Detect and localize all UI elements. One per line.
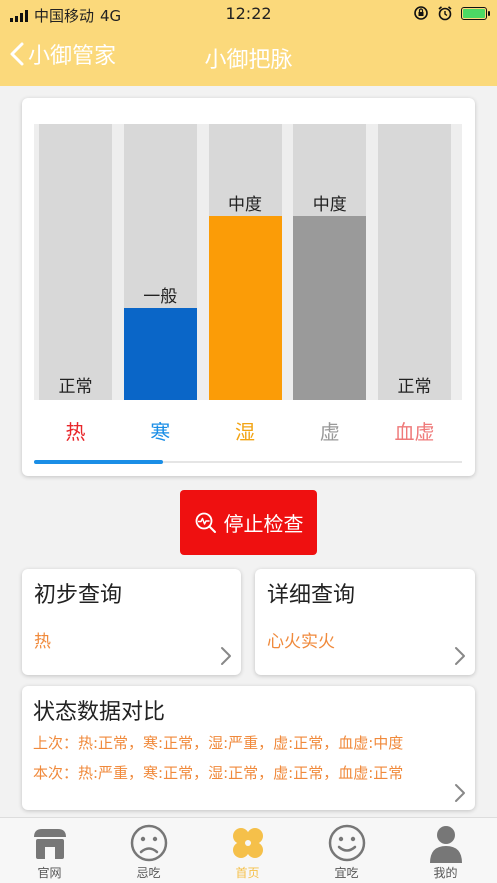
header: 中国移动 4G 12:22 小御管家 小御把脉 — [0, 0, 497, 86]
bar-value-label: 中度 — [228, 195, 262, 215]
tab-label: 官网 — [37, 866, 62, 880]
status-right — [413, 5, 490, 21]
bar-column: 一般 — [123, 124, 197, 400]
pulse-search-icon — [195, 512, 216, 533]
home-clover-icon — [233, 828, 263, 858]
chevron-right-icon — [221, 647, 231, 665]
category-tab[interactable]: 血虚 — [372, 416, 457, 445]
bar-value-label: 一般 — [143, 287, 178, 307]
initial-query-title: 初步查询 — [34, 583, 123, 608]
tab-label: 宜吃 — [334, 866, 359, 880]
bar — [293, 216, 367, 400]
category-tab[interactable]: 寒 — [118, 416, 203, 445]
comparison-title: 状态数据对比 — [33, 700, 166, 725]
tab-mine[interactable]: 我的 — [396, 818, 495, 883]
category-tab[interactable]: 湿 — [203, 416, 288, 445]
tab-avoid-food[interactable]: 忌吃 — [99, 818, 198, 883]
bar-value-label: 中度 — [312, 195, 347, 215]
category-tab[interactable]: 虚 — [287, 416, 372, 445]
tab-official-site[interactable]: 官网 — [0, 818, 99, 883]
last-status-line: 上次：热:正常，寒:正常，湿:严重，虚:正常，血虚:中度 — [33, 734, 404, 752]
bar — [208, 216, 282, 400]
initial-query-card[interactable]: 初步查询 热 — [22, 569, 241, 675]
stop-check-button[interactable]: 停止检查 — [180, 490, 317, 555]
bottom-tab-bar: 官网 忌吃 首页 宜吃 我的 — [0, 817, 497, 883]
status-comparison-card[interactable]: 状态数据对比 上次：热:正常，寒:正常，湿:严重，虚:正常，血虚:中度 本次：热… — [22, 686, 475, 810]
bar-column: 中度 — [208, 124, 282, 400]
bar-chart: 正常 一般 中度 中度正常 — [34, 124, 462, 400]
page-title: 小御把脉 — [204, 48, 293, 73]
bar-value-label: 正常 — [58, 377, 93, 397]
tab-label: 首页 — [235, 866, 260, 880]
user-icon — [430, 826, 462, 863]
chevron-right-icon — [455, 647, 465, 665]
happy-face-icon — [328, 824, 366, 862]
nav-bar: 小御管家 小御把脉 — [0, 28, 497, 84]
tab-label: 忌吃 — [136, 866, 161, 880]
bar-column: 正常 — [378, 124, 451, 400]
detail-query-card[interactable]: 详细查询 心火实火 — [255, 569, 475, 675]
tab-label: 我的 — [433, 866, 458, 880]
bar-column: 中度 — [293, 124, 367, 400]
tab-recommended-food[interactable]: 宜吃 — [297, 818, 396, 883]
tab-indicator — [34, 460, 163, 464]
alarm-icon — [438, 6, 452, 21]
status-bar: 中国移动 4G 12:22 — [0, 0, 497, 28]
bar-value-label: 正常 — [397, 377, 432, 397]
stop-check-label: 停止检查 — [223, 512, 304, 536]
initial-query-value: 热 — [34, 632, 51, 652]
sad-face-icon — [130, 824, 168, 862]
chevron-right-icon — [455, 784, 465, 802]
tab-home[interactable]: 首页 — [198, 818, 297, 883]
bar-column: 正常 — [39, 124, 112, 400]
pulse-chart-card: 正常 一般 中度 中度正常 热寒湿虚血虚 — [22, 98, 475, 476]
detail-query-title: 详细查询 — [267, 583, 356, 608]
lock-rotation-icon — [414, 6, 428, 20]
battery-icon — [461, 6, 490, 20]
store-icon — [34, 829, 66, 859]
current-status-line: 本次：热:严重，寒:正常，湿:正常，虚:正常，血虚:正常 — [33, 764, 404, 782]
category-tab[interactable]: 热 — [33, 416, 118, 445]
detail-query-value: 心火实火 — [267, 632, 335, 652]
bar — [123, 308, 197, 400]
